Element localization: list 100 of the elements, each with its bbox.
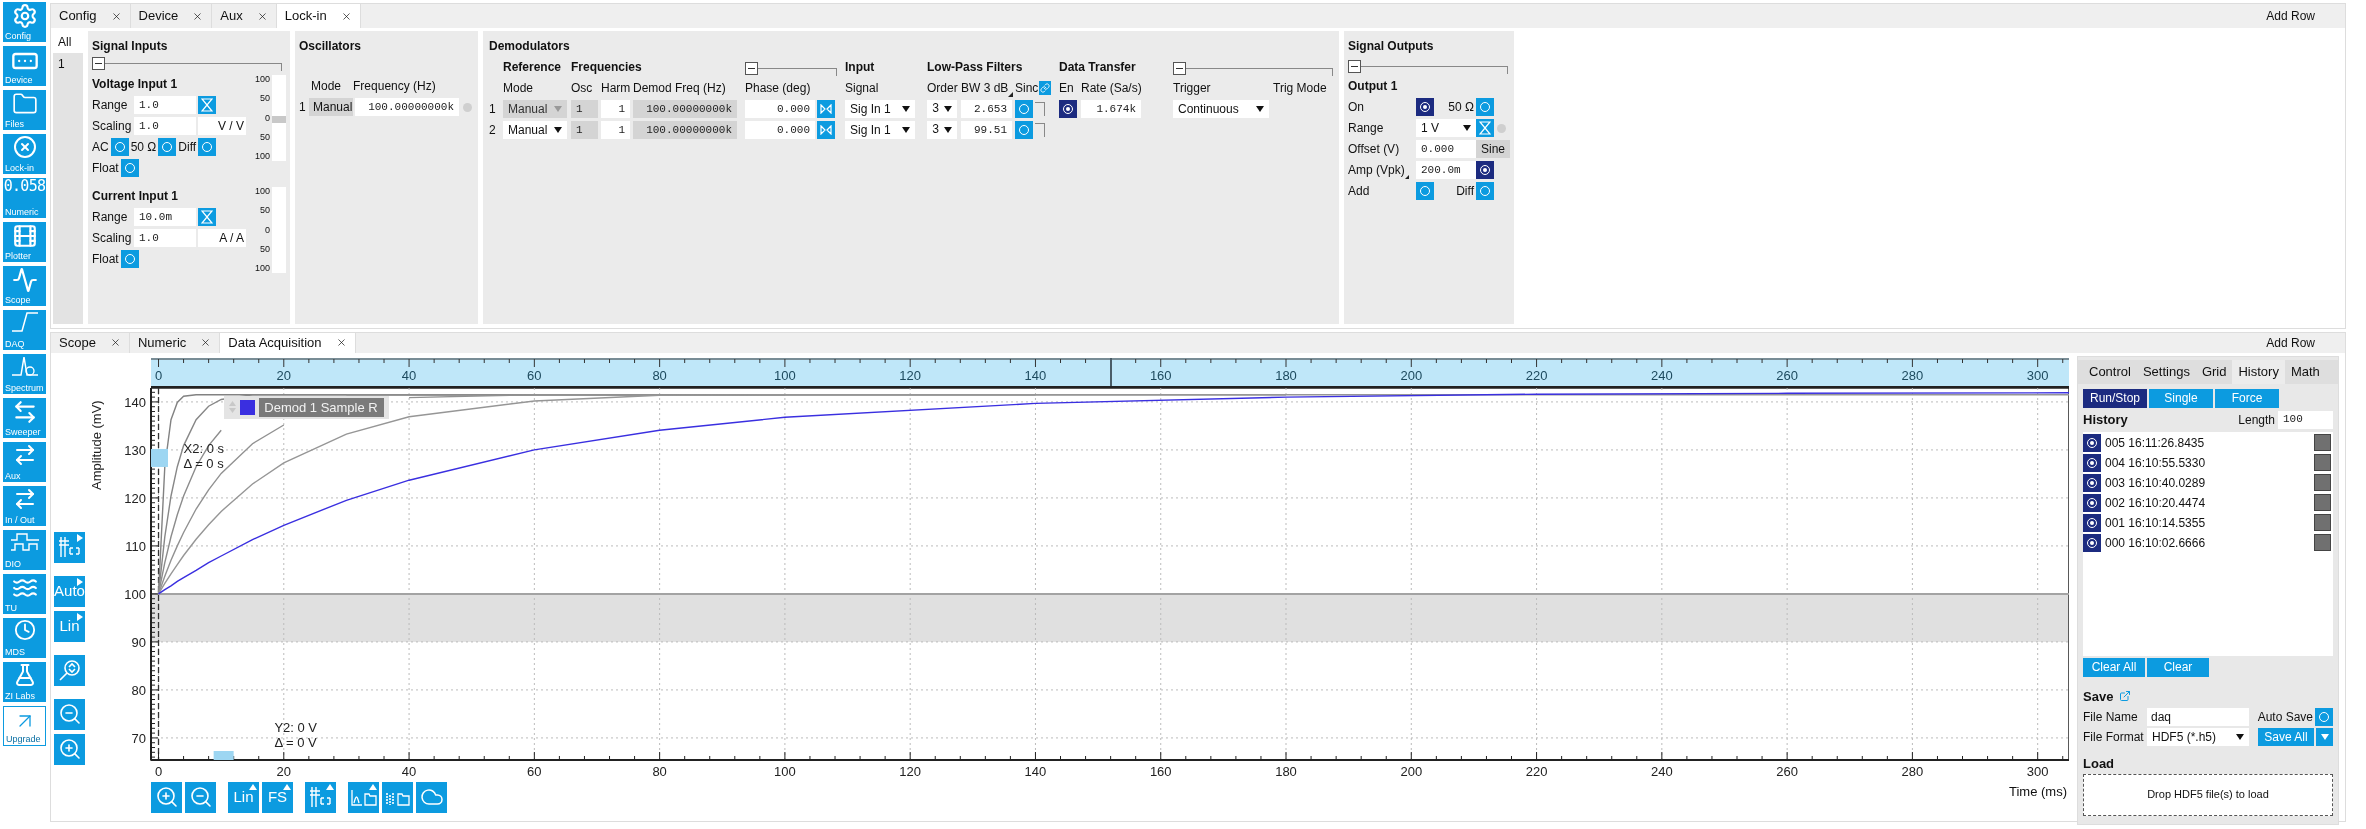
column-header: Trig Mode [1273,80,1328,97]
group-title: Output 1 [1348,78,1399,95]
tick-label: 140 [1024,367,1047,383]
section-title: Load [2083,755,2116,773]
tick-label: 80 [652,367,667,383]
scale-label: 0 [264,113,270,123]
field-label: Scaling [92,118,132,135]
unit-label: V / V [198,117,246,135]
column-header: Harm [601,80,632,97]
tick-label: 260 [1776,763,1798,779]
field-label: Offset (V) [1348,141,1401,158]
toggle-label: 50 Ω [130,139,157,156]
tick-label: 120 [899,763,922,779]
waveform-label: Sine [1476,140,1510,158]
cursor-delta: Δ = 0 V [274,734,317,750]
cursor-label: Y2: 0 V [274,719,318,735]
field-label: On [1348,99,1365,116]
section-title: Save [2083,687,2114,706]
tick-label: 100 [774,763,796,779]
tick-label: 40 [401,763,417,779]
field-label: File Format [2083,729,2145,746]
scale-label: 100 [254,187,270,196]
tick-label: 0 [154,367,163,383]
toggle-label: Diff [1455,183,1475,200]
tick-label: 220 [1525,367,1548,383]
tick-label: 100 [124,586,146,602]
scale-label: 50 [259,94,270,104]
group-title: Voltage Input 1 [92,76,179,93]
tick-label: 70 [131,730,146,746]
tick-label: 200 [1400,763,1423,779]
column-header: Signal [845,80,880,97]
tick-label: 180 [1275,367,1297,383]
scale-label: 100 [254,152,270,161]
tick-label: 280 [1901,367,1924,383]
toggle-label: Diff [178,139,197,156]
tick-label: 180 [1275,763,1297,779]
panel-title: Signal Outputs [1348,38,1435,55]
tick-label: 110 [125,538,146,554]
group-header: Low-Pass Filters [927,59,1024,76]
tick-label: 300 [2026,367,2049,383]
row-number: 1 [489,101,497,118]
field-label: File Name [2083,709,2139,726]
column-header: Phase (deg) [745,80,812,97]
tick-label: 0 [154,763,163,779]
tick-label: 280 [1901,763,1924,779]
unit-label: A / A [198,229,246,247]
tick-label: 60 [527,367,542,383]
cursor-label: X2: 0 s [183,440,225,456]
tick-label: 120 [899,367,922,383]
tick-label: 40 [401,367,417,383]
tick-label: 160 [1149,367,1172,383]
tick-label: 130 [124,442,146,458]
group-header: Reference [503,59,563,76]
scale-label: 100 [254,264,270,273]
tick-label: 220 [1525,763,1548,779]
tick-label: 20 [276,763,292,779]
toggle-label: Float [92,251,119,268]
column-header: Mode [503,80,535,97]
column-header: Osc [571,80,594,97]
panel-title: Oscillators [299,38,363,55]
axis-title: Time (ms) [2009,782,2068,801]
cursor-delta: Δ = 0 s [183,455,224,471]
row-number: 1 [299,99,307,116]
group-header: Frequencies [571,59,643,76]
field-label: Amp (Vpk) [1348,162,1405,179]
group-header: Data Transfer [1059,59,1137,76]
tick-label: 90 [131,634,146,650]
column-header: En [1059,80,1075,97]
tick-label: 240 [1651,367,1673,383]
group-title: Current Input 1 [92,188,179,205]
tick-label: 120 [124,490,146,506]
section-title: History [2083,410,2128,429]
tick-label: 100 [774,367,796,383]
tick-label: 240 [1651,763,1673,779]
row-number: 2 [489,122,497,139]
group-header: Input [845,59,876,76]
tick-label: 160 [1149,763,1172,779]
column-header: Frequency (Hz) [353,78,436,95]
column-header: Demod Freq (Hz) [633,80,727,97]
toggle-label: AC [92,139,109,156]
column-header: BW 3 dB [961,80,1009,97]
tick-label: 60 [527,763,542,779]
field-label: Range [1348,120,1385,137]
scale-label: 50 [259,244,270,254]
tick-label: 20 [276,367,292,383]
toggle-label: 50 Ω [1447,99,1475,116]
scale-label: 100 [254,75,270,84]
panel-title: Demodulators [489,38,571,55]
axis-title: Amplitude (mV) [89,399,104,490]
column-header: Trigger [1173,80,1212,97]
column-header: Rate (Sa/s) [1081,80,1143,97]
scale-label: 50 [259,132,270,142]
scale-label: 50 [259,206,270,216]
toggle-label: Float [92,160,119,177]
field-label: Range [92,97,129,114]
tick-label: 200 [1400,367,1423,383]
tick-label: 140 [124,394,146,410]
panel-title: Signal Inputs [92,38,169,55]
column-header: Mode [311,78,342,95]
field-label: Length [2238,411,2275,429]
